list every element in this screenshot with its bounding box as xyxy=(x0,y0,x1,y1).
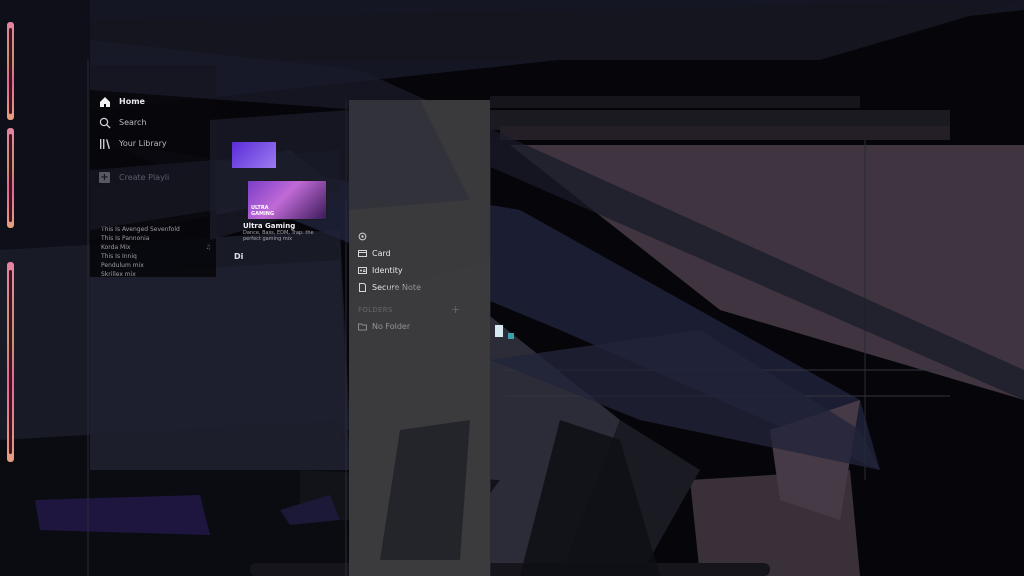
search-icon xyxy=(98,116,111,129)
vault-type-card[interactable]: Card xyxy=(358,249,391,258)
neon-light-core xyxy=(9,270,12,454)
nav-search[interactable]: Search xyxy=(98,116,146,129)
album-title[interactable]: Ultra Gaming xyxy=(243,222,295,230)
card-icon xyxy=(358,249,367,258)
create-playlist-button[interactable]: + Create Playli xyxy=(98,171,169,184)
plus-icon: + xyxy=(99,172,110,183)
nav-home[interactable]: Home xyxy=(98,95,145,108)
vault-type-label: Secure Note xyxy=(372,283,421,292)
library-icon xyxy=(98,137,111,150)
list-item[interactable]: This Is Avenged Sevenfold xyxy=(101,225,211,234)
playlist-list: This Is Avenged Sevenfold This Is Pannon… xyxy=(101,225,211,279)
create-playlist-label: Create Playli xyxy=(119,173,170,182)
album-description: Dance, Bass, EDM, Trap: the perfect gami… xyxy=(243,230,314,242)
neon-light-core xyxy=(9,134,12,222)
album-art-text: ULTRA GAMING xyxy=(251,205,275,217)
note-icon xyxy=(358,283,367,292)
vault-type-label: Card xyxy=(372,249,391,258)
list-item[interactable]: Korda Mix ♫ xyxy=(101,243,211,252)
list-item[interactable]: Skrillex mix xyxy=(101,270,211,279)
list-item[interactable]: This Is Inniq xyxy=(101,252,211,261)
identity-icon xyxy=(358,266,367,275)
nav-label: Search xyxy=(119,118,147,127)
folder-icon xyxy=(358,322,367,331)
vault-type-partial[interactable] xyxy=(358,232,367,241)
list-item[interactable]: Pendulum mix xyxy=(101,261,211,270)
album-art[interactable]: ULTRA GAMING xyxy=(247,180,327,220)
plus-icon[interactable]: + xyxy=(451,303,460,316)
vault-type-label: Identity xyxy=(372,266,403,275)
vault-type-identity[interactable]: Identity xyxy=(358,266,403,275)
folders-header: FOLDERS xyxy=(358,306,393,314)
gear-icon xyxy=(358,232,367,241)
playlist-card-thumb[interactable] xyxy=(232,142,276,168)
nav-label: Home xyxy=(119,97,145,106)
neon-light-core xyxy=(9,28,12,114)
nav-your-library[interactable]: Your Library xyxy=(98,137,167,150)
list-item[interactable]: This Is Pannonia xyxy=(101,234,211,243)
spotify-sidebar: Home Search Your Library + Create Playli… xyxy=(90,65,216,279)
vault-sidebar: Card Identity Secure Note FOLDERS + No F… xyxy=(349,100,490,576)
vault-type-secure-note[interactable]: Secure Note xyxy=(358,283,421,292)
section-heading: Di xyxy=(234,252,244,261)
folder-label: No Folder xyxy=(372,322,411,331)
nav-label: Your Library xyxy=(119,139,167,148)
home-icon xyxy=(98,95,111,108)
folder-item[interactable]: No Folder xyxy=(358,322,410,331)
